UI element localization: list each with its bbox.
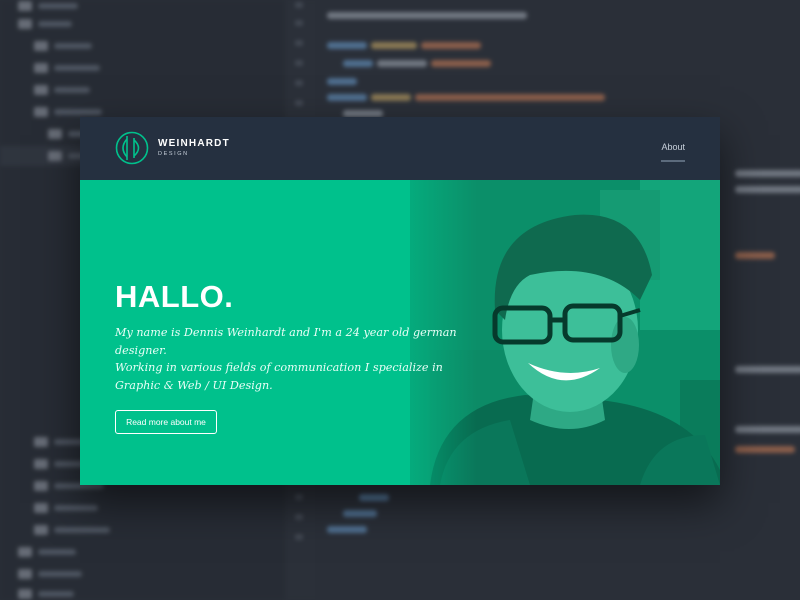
brand-subtitle: DESIGN	[158, 150, 189, 157]
file-tree-row	[18, 0, 78, 12]
folder-icon	[48, 129, 62, 139]
file-tree-row	[34, 62, 100, 74]
folder-icon	[18, 569, 32, 579]
file-tree-row	[18, 588, 74, 600]
file-tree-row	[34, 40, 92, 52]
folder-icon	[48, 151, 62, 161]
folder-icon	[18, 1, 32, 11]
folder-icon	[34, 459, 48, 469]
hero-intro-line-1: My name is Dennis Weinhardt and I'm a 24…	[115, 326, 457, 357]
folder-icon	[18, 547, 32, 557]
folder-icon	[34, 525, 48, 535]
read-more-button[interactable]: Read more about me	[115, 410, 217, 434]
folder-icon	[18, 19, 32, 29]
folder-icon	[34, 85, 48, 95]
folder-icon	[34, 107, 48, 117]
folder-icon	[34, 41, 48, 51]
hero-title: HALLO.	[115, 279, 234, 314]
folder-icon	[34, 481, 48, 491]
folder-icon	[34, 503, 48, 513]
nav-link-about[interactable]: About	[661, 142, 685, 162]
folder-icon	[34, 437, 48, 447]
file-tree-row	[34, 436, 86, 448]
file-tree-row	[18, 18, 72, 30]
brand-name: WEINHARDT	[158, 137, 230, 149]
file-tree-row	[34, 524, 110, 536]
file-tree-row	[18, 546, 76, 558]
folder-icon	[34, 63, 48, 73]
hero-intro-text: My name is Dennis Weinhardt and I'm a 24…	[115, 324, 460, 394]
hero-intro-line-2: Working in various fields of communicati…	[115, 361, 443, 392]
weinhardt-logo-mark-icon	[115, 131, 149, 165]
folder-icon	[18, 589, 32, 599]
file-tree-row	[18, 568, 82, 580]
file-tree-row	[34, 84, 90, 96]
hero-section: HALLO. My name is Dennis Weinhardt and I…	[80, 180, 720, 485]
brand-logo[interactable]: WEINHARDT DESIGN	[114, 130, 230, 166]
site-header: WEINHARDT DESIGN About	[80, 117, 720, 180]
website-mockup: WEINHARDT DESIGN About HALLO. My name is…	[80, 117, 720, 485]
file-tree-row	[34, 502, 98, 514]
